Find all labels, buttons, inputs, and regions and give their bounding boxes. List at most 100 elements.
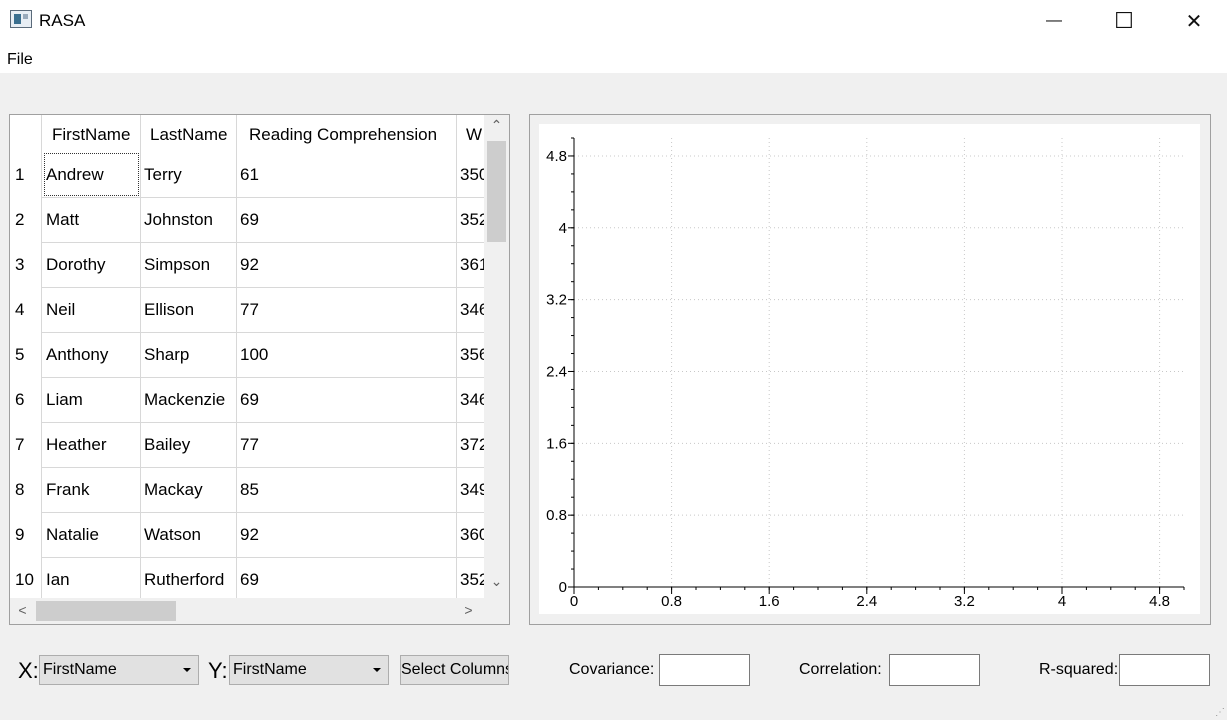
w-cell[interactable]: 349 — [460, 468, 484, 513]
lastname-cell[interactable]: Mackay — [144, 468, 236, 513]
lastname-cell[interactable]: Simpson — [144, 243, 236, 288]
scroll-right-icon[interactable]: > — [456, 602, 481, 618]
scroll-up-icon[interactable]: ⌃ — [484, 117, 509, 134]
app-window-icon — [10, 10, 32, 28]
covariance-field[interactable] — [659, 654, 750, 686]
row-number-cell[interactable]: 4 — [15, 288, 41, 333]
horizontal-scroll-thumb[interactable] — [36, 601, 176, 621]
firstname-cell[interactable]: Natalie — [46, 513, 140, 558]
close-icon: ✕ — [1185, 10, 1203, 33]
reading-comprehension-cell[interactable]: 92 — [240, 243, 454, 288]
row-number-cell[interactable]: 5 — [15, 333, 41, 378]
w-cell[interactable]: 352 — [460, 558, 484, 603]
focused-cell-outline — [44, 153, 139, 196]
reading-comprehension-cell[interactable]: 69 — [240, 198, 454, 243]
x-tick-label: 0 — [570, 593, 578, 610]
row-number-cell[interactable]: 8 — [15, 468, 41, 513]
chevron-down-icon — [373, 668, 381, 672]
column-header-lastname[interactable]: LastName — [150, 115, 240, 153]
table-row[interactable]: 6LiamMackenzie69346 — [10, 378, 484, 423]
correlation-field[interactable] — [889, 654, 980, 686]
rsquared-label: R-squared: — [1039, 661, 1119, 678]
w-cell[interactable]: 350 — [460, 153, 484, 198]
vertical-scrollbar[interactable]: ⌃ ⌄ — [484, 115, 509, 598]
minimize-icon: — — [1046, 12, 1062, 29]
y-tick-label: 3.2 — [546, 292, 567, 309]
lastname-cell[interactable]: Sharp — [144, 333, 236, 378]
firstname-cell[interactable]: Ian — [46, 558, 140, 603]
reading-comprehension-cell[interactable]: 77 — [240, 423, 454, 468]
lastname-cell[interactable]: Mackenzie — [144, 378, 236, 423]
w-cell[interactable]: 352 — [460, 198, 484, 243]
x-column-select[interactable]: FirstName — [39, 655, 199, 685]
scroll-left-icon[interactable]: < — [10, 602, 35, 618]
w-cell[interactable]: 361 — [460, 243, 484, 288]
correlation-label: Correlation: — [799, 661, 882, 678]
row-number-cell[interactable]: 7 — [15, 423, 41, 468]
column-header-w[interactable]: W — [466, 115, 484, 153]
resize-grip-icon[interactable]: ⋰ — [1215, 707, 1225, 718]
table-row[interactable]: 2MattJohnston69352 — [10, 198, 484, 243]
maximize-button[interactable]: ☐ — [1089, 0, 1159, 42]
horizontal-scrollbar[interactable]: < > — [10, 598, 484, 624]
rsquared-field[interactable] — [1119, 654, 1210, 686]
lastname-cell[interactable]: Bailey — [144, 423, 236, 468]
reading-comprehension-cell[interactable]: 100 — [240, 333, 454, 378]
w-cell[interactable]: 356 — [460, 333, 484, 378]
scatter-chart: 0 0.8 1.6 2.4 3.2 4 4.8 0 0.8 1.6 2.4 3.2 4 4.8 — [539, 124, 1200, 614]
table-row[interactable]: 7HeatherBailey77372 — [10, 423, 484, 468]
vertical-scroll-thumb[interactable] — [487, 141, 506, 242]
column-header-reading-comprehension[interactable]: Reading Comprehension — [249, 115, 459, 153]
lastname-cell[interactable]: Rutherford — [144, 558, 236, 603]
scroll-down-icon[interactable]: ⌄ — [484, 573, 509, 590]
firstname-cell[interactable]: Dorothy — [46, 243, 140, 288]
firstname-cell[interactable]: Anthony — [46, 333, 140, 378]
firstname-cell[interactable]: Heather — [46, 423, 140, 468]
w-cell[interactable]: 372 — [460, 423, 484, 468]
reading-comprehension-cell[interactable]: 77 — [240, 288, 454, 333]
reading-comprehension-cell[interactable]: 69 — [240, 558, 454, 603]
x-tick-label: 4 — [1058, 593, 1066, 610]
row-number-cell[interactable]: 3 — [15, 243, 41, 288]
firstname-cell[interactable]: Neil — [46, 288, 140, 333]
reading-comprehension-cell[interactable]: 69 — [240, 378, 454, 423]
data-table[interactable]: FirstName LastName Reading Comprehension… — [9, 114, 510, 625]
lastname-cell[interactable]: Watson — [144, 513, 236, 558]
title-bar: RASA — ☐ ✕ — [0, 0, 1227, 42]
x-tick-label: 1.6 — [759, 593, 780, 610]
w-cell[interactable]: 346 — [460, 378, 484, 423]
row-number-cell[interactable]: 9 — [15, 513, 41, 558]
reading-comprehension-cell[interactable]: 85 — [240, 468, 454, 513]
w-cell[interactable]: 360 — [460, 513, 484, 558]
lastname-cell[interactable]: Johnston — [144, 198, 236, 243]
firstname-cell[interactable]: Frank — [46, 468, 140, 513]
minimize-button[interactable]: — — [1019, 0, 1089, 42]
x-tick-label: 3.2 — [954, 593, 975, 610]
lastname-cell[interactable]: Ellison — [144, 288, 236, 333]
row-number-cell[interactable]: 2 — [15, 198, 41, 243]
firstname-cell[interactable]: Liam — [46, 378, 140, 423]
y-column-select[interactable]: FirstName — [229, 655, 389, 685]
firstname-cell[interactable]: Matt — [46, 198, 140, 243]
table-row[interactable]: 10IanRutherford69352 — [10, 558, 484, 603]
w-cell[interactable]: 346 — [460, 288, 484, 333]
table-row[interactable]: 3DorothySimpson92361 — [10, 243, 484, 288]
select-columns-button[interactable]: Select Columns — [400, 655, 509, 685]
table-row[interactable]: 5AnthonySharp100356 — [10, 333, 484, 378]
row-number-cell[interactable]: 1 — [15, 153, 41, 198]
lastname-cell[interactable]: Terry — [144, 153, 236, 198]
maximize-icon: ☐ — [1114, 8, 1134, 33]
row-number-cell[interactable]: 10 — [15, 558, 41, 603]
table-row[interactable]: 4NeilEllison77346 — [10, 288, 484, 333]
close-button[interactable]: ✕ — [1159, 0, 1227, 42]
row-number-cell[interactable]: 6 — [15, 378, 41, 423]
table-row[interactable]: 9NatalieWatson92360 — [10, 513, 484, 558]
reading-comprehension-cell[interactable]: 92 — [240, 513, 454, 558]
x-axis-label: X: — [18, 658, 39, 683]
column-header-firstname[interactable]: FirstName — [52, 115, 144, 153]
scrollbar-corner — [484, 598, 509, 624]
y-tick-label: 0 — [559, 579, 567, 596]
table-row[interactable]: 8FrankMackay85349 — [10, 468, 484, 513]
menu-file[interactable]: File — [7, 51, 33, 69]
reading-comprehension-cell[interactable]: 61 — [240, 153, 454, 198]
